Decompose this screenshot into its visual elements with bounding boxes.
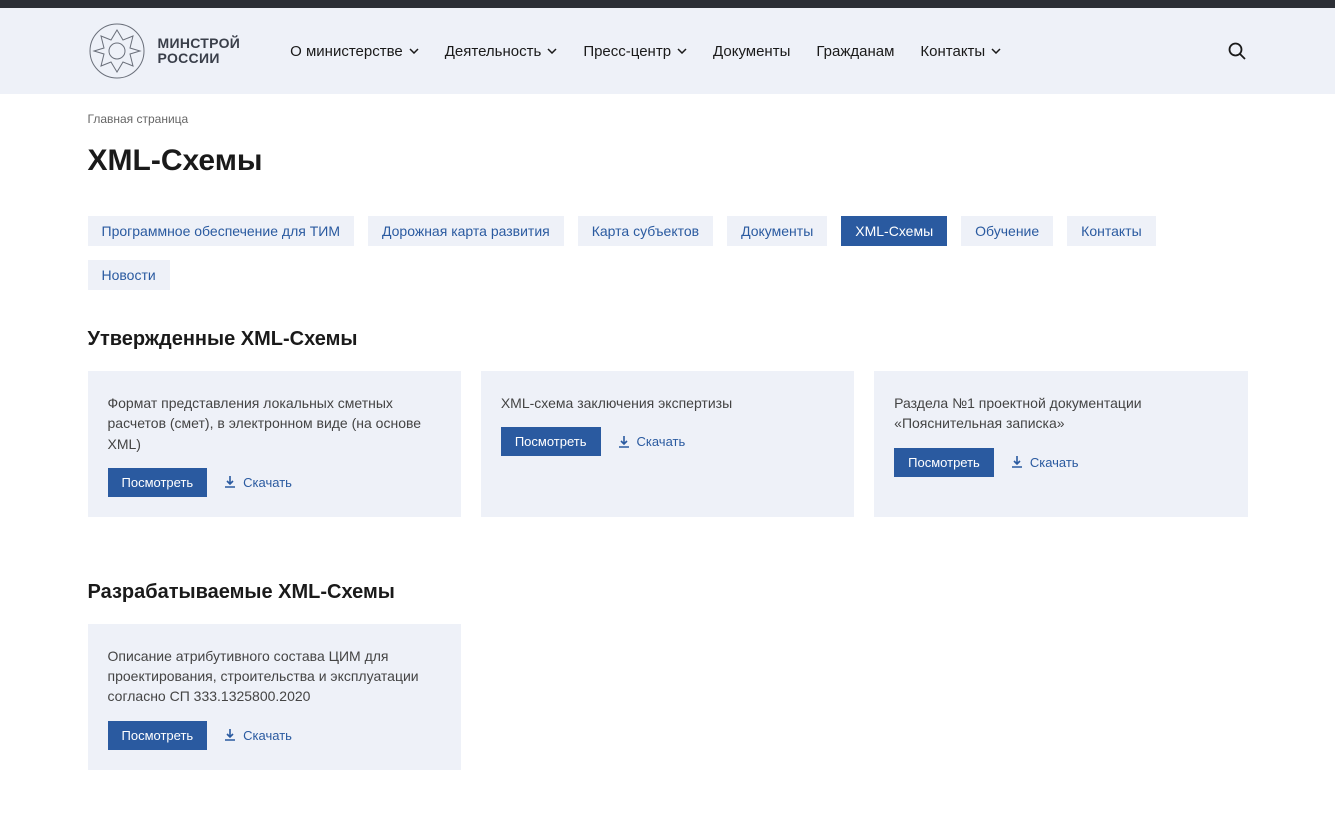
logo-text: МИНСТРОЙ РОССИИ xyxy=(158,36,241,67)
card: Раздела №1 проектной документации «Поясн… xyxy=(874,371,1247,517)
tab-3[interactable]: Документы xyxy=(727,216,827,246)
card-actions: Посмотреть Скачать xyxy=(108,468,441,497)
card-title: Формат представления локальных сметных р… xyxy=(108,393,441,454)
tabs: Программное обеспечение для ТИМ Дорожная … xyxy=(88,208,1248,314)
breadcrumb[interactable]: Главная страница xyxy=(88,94,1248,134)
card-actions: Посмотреть Скачать xyxy=(108,721,441,750)
tab-0[interactable]: Программное обеспечение для ТИМ xyxy=(88,216,355,246)
tab-5[interactable]: Обучение xyxy=(961,216,1053,246)
download-label: Скачать xyxy=(637,434,686,449)
download-button[interactable]: Скачать xyxy=(617,434,686,449)
download-icon xyxy=(223,475,237,489)
view-button[interactable]: Посмотреть xyxy=(108,468,208,497)
nav-label: Пресс-центр xyxy=(583,43,671,60)
nav-item-1[interactable]: Деятельность xyxy=(445,43,558,60)
card-title: Раздела №1 проектной документации «Поясн… xyxy=(894,393,1227,434)
tab-1[interactable]: Дорожная карта развития xyxy=(368,216,564,246)
approved-cards: Формат представления локальных сметных р… xyxy=(88,371,1248,517)
card-actions: Посмотреть Скачать xyxy=(501,427,834,456)
nav-item-2[interactable]: Пресс-центр xyxy=(583,43,687,60)
page-title: XML-Схемы xyxy=(88,134,1248,208)
card: Описание атрибутивного состава ЦИМ для п… xyxy=(88,624,461,770)
download-label: Скачать xyxy=(243,728,292,743)
download-button[interactable]: Скачать xyxy=(223,475,292,490)
nav-label: Контакты xyxy=(920,43,985,60)
card-title: Описание атрибутивного состава ЦИМ для п… xyxy=(108,646,441,707)
nav-item-0[interactable]: О министерстве xyxy=(290,43,419,60)
card-actions: Посмотреть Скачать xyxy=(894,448,1227,477)
nav-item-5[interactable]: Контакты xyxy=(920,43,1001,60)
emblem-icon xyxy=(88,22,146,80)
tab-7[interactable]: Новости xyxy=(88,260,170,290)
view-button[interactable]: Посмотреть xyxy=(501,427,601,456)
section-approved-title: Утвержденные XML-Схемы xyxy=(88,314,1248,371)
main-nav: О министерстве Деятельность Пресс-центр Док… xyxy=(290,43,1001,60)
logo[interactable]: МИНСТРОЙ РОССИИ xyxy=(88,22,241,80)
header: МИНСТРОЙ РОССИИ О министерстве Деятельнос… xyxy=(0,8,1335,94)
search-icon xyxy=(1227,41,1247,61)
nav-label: Документы xyxy=(713,43,790,60)
download-icon xyxy=(1010,455,1024,469)
nav-label: Деятельность xyxy=(445,43,542,60)
nav-label: Гражданам xyxy=(816,43,894,60)
view-button[interactable]: Посмотреть xyxy=(894,448,994,477)
view-button[interactable]: Посмотреть xyxy=(108,721,208,750)
chevron-down-icon xyxy=(409,46,419,56)
tab-2[interactable]: Карта субъектов xyxy=(578,216,713,246)
nav-item-4[interactable]: Гражданам xyxy=(816,43,894,60)
search-button[interactable] xyxy=(1226,40,1248,62)
nav-label: О министерстве xyxy=(290,43,403,60)
chevron-down-icon xyxy=(547,46,557,56)
tab-4[interactable]: XML-Схемы xyxy=(841,216,947,246)
card-title: XML-схема заключения экспертизы xyxy=(501,393,834,413)
download-button[interactable]: Скачать xyxy=(1010,455,1079,470)
download-label: Скачать xyxy=(1030,455,1079,470)
card: XML-схема заключения экспертизы Посмотрет… xyxy=(481,371,854,517)
download-button[interactable]: Скачать xyxy=(223,728,292,743)
chevron-down-icon xyxy=(677,46,687,56)
card: Формат представления локальных сметных р… xyxy=(88,371,461,517)
tab-6[interactable]: Контакты xyxy=(1067,216,1155,246)
topbar xyxy=(0,0,1335,8)
nav-item-3[interactable]: Документы xyxy=(713,43,790,60)
dev-cards: Описание атрибутивного состава ЦИМ для п… xyxy=(88,624,1248,770)
download-icon xyxy=(223,728,237,742)
chevron-down-icon xyxy=(991,46,1001,56)
download-icon xyxy=(617,435,631,449)
section-dev-title: Разрабатываемые XML-Схемы xyxy=(88,567,1248,624)
download-label: Скачать xyxy=(243,475,292,490)
